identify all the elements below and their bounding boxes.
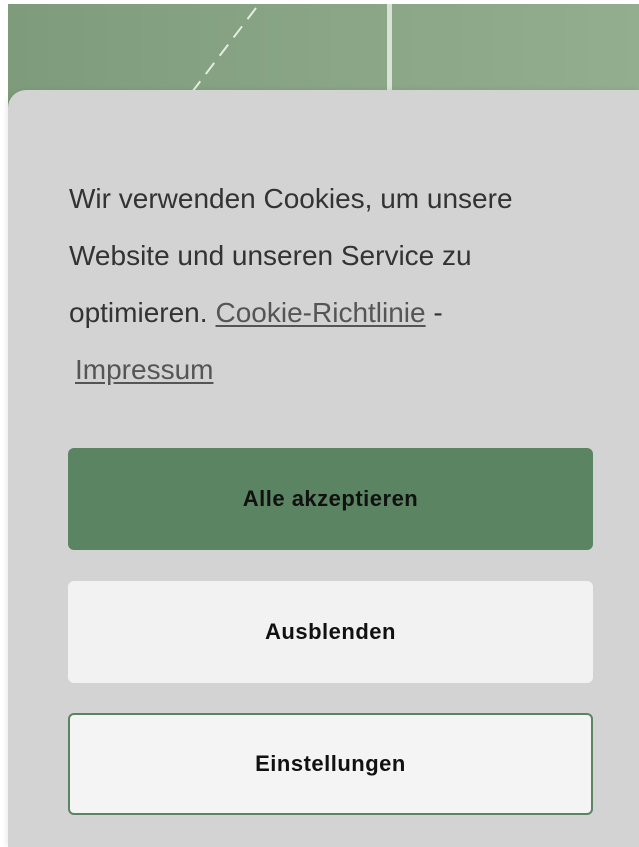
hide-button[interactable]: Ausblenden — [68, 581, 593, 683]
accept-all-button[interactable]: Alle akzeptieren — [68, 448, 593, 550]
dashed-route-line — [185, 7, 257, 101]
settings-button[interactable]: Einstellungen — [68, 713, 593, 815]
page: Wir verwenden Cookies, um unsere Website… — [0, 0, 639, 847]
cookie-consent-dialog: Wir verwenden Cookies, um unsere Website… — [8, 90, 639, 847]
cookie-policy-link[interactable]: Cookie-Richtlinie — [216, 297, 426, 328]
link-separator: - — [433, 297, 443, 328]
cookie-message: Wir verwenden Cookies, um unsere Website… — [69, 170, 589, 398]
imprint-link[interactable]: Impressum — [75, 341, 213, 398]
